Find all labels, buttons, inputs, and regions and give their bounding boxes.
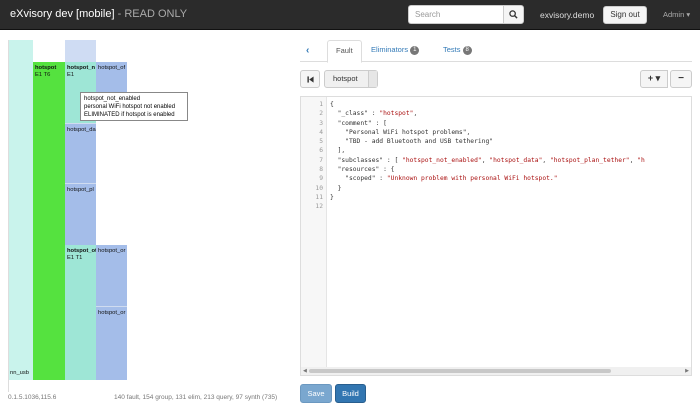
node-hotspot-data[interactable]: hotspot_da [65,123,96,183]
tooltip-eliminator: ELIMINATED if hotspot is enabled [84,112,175,118]
code-line[interactable]: 12 [301,202,691,211]
code-line[interactable]: 2 "_class" : "hotspot", [301,109,691,118]
node-label: hotspot_or [98,310,126,316]
node-hotspot-or-1[interactable]: hotspot_or [96,245,127,306]
save-button[interactable]: Save [300,384,332,403]
line-text: { [330,101,334,108]
horizontal-scrollbar[interactable]: ◀ ▶ [300,367,692,376]
line-text: } [330,184,342,192]
version-label: 0.1.5.1036,115.6 [8,394,57,401]
line-number: 5 [319,138,323,146]
node-tooltip: hotspot_not_enabled personal WiFi hotspo… [80,92,188,121]
node-hotspot-of[interactable]: hotspot_of [96,62,127,94]
line-text: "TBD - add Bluetooth and USB tethering" [345,138,494,146]
line-number: 3 [319,119,323,127]
tab-label: Tests [443,45,461,54]
line-text: "scoped" : "Unknown problem with persona… [345,175,558,183]
node-label: hotspot_da [67,127,96,133]
code-lines: 1{2 "_class" : "hotspot", 3 "comment" : [… [301,100,691,212]
search-button[interactable] [503,5,524,24]
line-number: 1 [319,101,323,108]
tab-label: Fault [336,46,353,55]
remove-button[interactable]: − [670,70,692,88]
code-line[interactable]: 5 "TBD - add Bluetooth and USB tethering… [301,137,691,146]
tab-eliminators[interactable]: Eliminators 1 [363,40,427,62]
code-line[interactable]: 9 "scoped" : "Unknown problem with perso… [301,174,691,183]
code-line[interactable]: 1{ [301,100,691,109]
node-nn-usb[interactable]: nn_usb [9,40,33,380]
line-text: "Personal WiFi hotspot problems", [345,128,471,136]
tab-tests[interactable]: Tests 8 [435,40,480,62]
read-only-label: - READ ONLY [114,8,188,20]
sign-out-button[interactable]: Sign out [603,6,647,24]
tab-label: Eliminators [371,45,409,54]
code-line[interactable]: 6 ], [301,146,691,155]
line-text: "subclasses" : [ "hotspot_not_enabled", … [337,156,645,164]
node-label: hotspot [35,65,57,71]
code-line[interactable]: 7 "subclasses" : [ "hotspot_not_enabled"… [301,156,691,165]
node-label: hotspot_n [67,65,96,71]
node-counts: E1 T1 [67,255,83,261]
tab-fault[interactable]: Fault [327,40,362,63]
line-number: 9 [319,175,323,183]
line-number: 4 [319,128,323,136]
skip-to-start-icon [306,75,314,83]
add-dropdown-button[interactable]: + ▾ [640,70,668,88]
node-counts: E1 [67,72,75,78]
search-input[interactable] [408,5,503,24]
code-line[interactable]: 4 "Personal WiFi hotspot problems", [301,128,691,137]
line-number: 12 [315,203,323,211]
node-label: hotspot_ot [67,248,96,254]
scroll-right-icon[interactable]: ▶ [685,368,689,374]
node-counts: E1 T6 [35,72,51,78]
node-hotspot[interactable]: hotspot E1 T6 [33,62,65,380]
line-text: "comment" : [ [337,119,387,127]
count-badge: 8 [462,46,472,55]
editor-tabs: ‹ Fault Eliminators 1 Tests 8 [300,40,692,63]
node-lavender-header [65,40,96,62]
chevron-left-icon[interactable]: ‹ [306,45,309,56]
class-select[interactable]: hotspot [324,70,378,88]
node-label: hotspot_or [98,248,126,254]
node-hotspot-or-2[interactable]: hotspot_or [96,306,127,380]
count-badge: 1 [410,46,420,55]
first-item-button[interactable] [300,70,320,88]
line-text: ], [330,147,346,155]
tooltip-name: hotspot_not_enabled [84,96,141,102]
current-user: exvisory.demo [540,10,595,20]
code-line[interactable]: 11} [301,193,691,202]
node-hotspot-other[interactable]: hotspot_ot E1 T1 [65,245,96,380]
line-number: 11 [315,193,323,201]
line-text: "_class" : "hotspot", [337,110,418,118]
code-line[interactable]: 10 } [301,184,691,193]
line-number: 10 [315,184,323,192]
node-label: hotspot_of [98,65,126,71]
scroll-left-icon[interactable]: ◀ [303,368,307,374]
node-hotspot-plan[interactable]: hotspot_pl [65,183,96,245]
line-number: 7 [319,156,323,164]
json-code-editor[interactable]: 1{2 "_class" : "hotspot", 3 "comment" : [… [300,96,692,376]
top-navbar: eXvisory dev [mobile] - READ ONLY exviso… [0,0,700,30]
build-button[interactable]: Build [335,384,366,403]
code-line[interactable]: 3 "comment" : [ [301,119,691,128]
class-select-value: hotspot [333,74,358,83]
line-text: } [330,193,334,201]
tooltip-description: personal WiFi hotspot not enabled [84,104,176,110]
app-name: eXvisory dev [mobile] [10,8,115,20]
node-label: hotspot_pl [67,187,94,193]
line-number: 2 [319,110,323,118]
code-line[interactable]: 8 "resources" : { [301,165,691,174]
node-label: nn_usb [10,370,30,376]
stats-label: 140 fault, 154 group, 131 elim, 213 quer… [114,394,278,401]
scrollbar-thumb[interactable] [309,369,611,373]
search-icon [509,10,518,19]
line-number: 8 [319,166,323,174]
line-text: "resources" : { [337,166,395,174]
line-number: 6 [319,147,323,155]
brand-title[interactable]: eXvisory dev [mobile] - READ ONLY [10,8,187,20]
select-caret [368,71,377,87]
admin-menu[interactable]: Admin ▾ [663,10,690,19]
